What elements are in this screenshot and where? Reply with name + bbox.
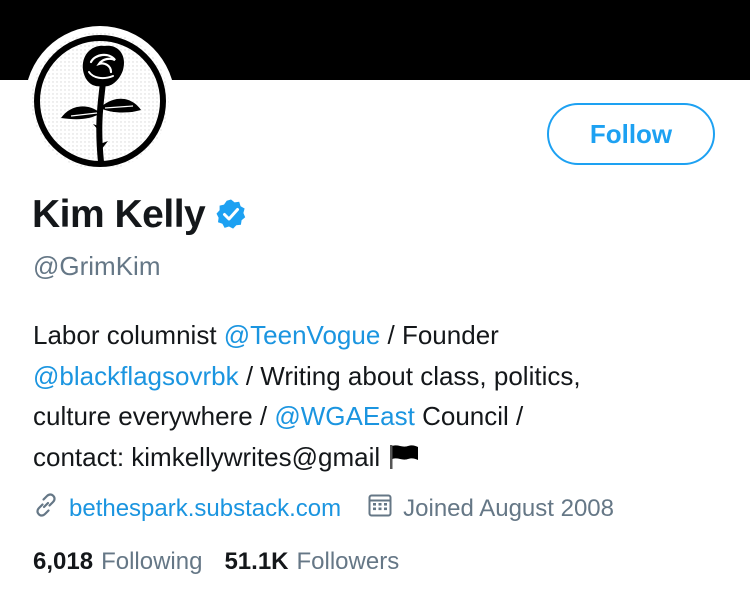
rose-emblem-icon: [31, 32, 169, 170]
mention-link[interactable]: @TeenVogue: [224, 320, 381, 350]
profile-stats: 6,018 Following 51.1K Followers: [33, 548, 399, 576]
calendar-icon: [367, 492, 393, 525]
profile-bio: Labor columnist @TeenVogue / Founder @bl…: [33, 315, 723, 481]
profile-handle: @GrimKim: [33, 251, 161, 281]
bio-text: Labor columnist: [33, 320, 224, 350]
following-count: 6,018: [33, 548, 94, 575]
bio-text: culture everywhere /: [33, 401, 275, 431]
avatar-image: [31, 32, 169, 170]
mention-link[interactable]: @WGAEast: [274, 401, 415, 431]
joined-date: Joined August 2008: [403, 494, 614, 522]
verified-badge-icon: [215, 198, 247, 235]
website-link[interactable]: bethespark.substack.com: [69, 495, 341, 523]
following-label: Following: [101, 548, 203, 575]
followers-count: 51.1K: [224, 548, 289, 575]
black-flag-icon: [388, 441, 420, 482]
follow-button[interactable]: Follow: [547, 103, 715, 165]
bio-text: Council /: [414, 401, 524, 431]
bio-text: / Writing about class, politics,: [238, 360, 581, 391]
followers-stat[interactable]: 51.1K Followers: [224, 548, 399, 576]
profile-name-row: Kim Kelly: [32, 193, 247, 237]
profile-name: Kim Kelly: [32, 193, 206, 236]
bio-text: contact: kimkellywrites@gmail: [33, 441, 381, 472]
bio-text: / Founder: [380, 320, 499, 350]
avatar[interactable]: [25, 26, 175, 176]
mention-link[interactable]: @blackflagsovrbk: [33, 361, 239, 391]
followers-label: Followers: [296, 548, 400, 575]
profile-meta: bethespark.substack.com Joined August 20…: [33, 492, 614, 525]
link-icon: [33, 492, 59, 525]
following-stat[interactable]: 6,018 Following: [33, 548, 202, 576]
